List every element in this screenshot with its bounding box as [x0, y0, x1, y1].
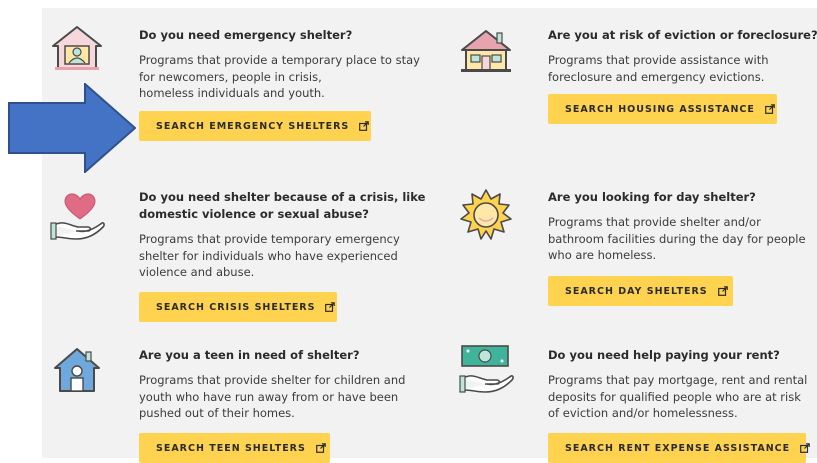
card-title: Do you need emergency shelter? [139, 28, 353, 42]
card-teen: Are you a teen in need of shelter? Progr… [139, 347, 429, 422]
search-rent-expense-assistance-button[interactable]: SEARCH RENT EXPENSE ASSISTANCE [548, 433, 810, 463]
search-crisis-shelters-button[interactable]: SEARCH CRISIS SHELTERS [139, 292, 337, 322]
card-description: Programs that provide shelter and/or bat… [548, 215, 806, 262]
heart-hand-icon [50, 187, 106, 247]
pointer-arrow-icon [8, 81, 137, 177]
button-label: SEARCH TEEN SHELTERS [156, 442, 306, 454]
button-label: SEARCH CRISIS SHELTERS [156, 301, 316, 313]
card-eviction: Are you at risk of eviction or foreclosu… [548, 27, 817, 85]
external-link-icon [359, 121, 370, 131]
card-title: Are you at risk of eviction or foreclosu… [548, 28, 817, 42]
house-icon [458, 28, 514, 78]
external-link-icon [325, 302, 336, 312]
external-link-icon [800, 443, 810, 453]
card-title: Do you need help paying your rent? [548, 348, 780, 362]
card-description: Programs that provide shelter for childr… [139, 373, 406, 420]
sun-icon [459, 188, 513, 246]
search-teen-shelters-button[interactable]: SEARCH TEEN SHELTERS [139, 433, 330, 463]
card-title: Do you need shelter because of a crisis,… [139, 190, 426, 221]
external-link-icon [717, 286, 728, 296]
card-description: Programs that provide assistance with fo… [548, 53, 769, 84]
button-label: SEARCH EMERGENCY SHELTERS [156, 120, 350, 132]
money-hand-icon [459, 344, 515, 400]
card-emergency: Do you need emergency shelter? Programs … [139, 27, 439, 102]
house-person-icon [50, 24, 104, 76]
card-title: Are you looking for day shelter? [548, 190, 756, 204]
card-day: Are you looking for day shelter? Program… [548, 189, 808, 264]
card-description: Programs that pay mortgage, rent and ren… [548, 373, 808, 420]
search-day-shelters-button[interactable]: SEARCH DAY SHELTERS [548, 276, 733, 306]
button-label: SEARCH DAY SHELTERS [565, 285, 708, 297]
button-label: SEARCH RENT EXPENSE ASSISTANCE [565, 442, 791, 454]
external-link-icon [765, 104, 775, 114]
external-link-icon [315, 443, 326, 453]
card-rent: Do you need help paying your rent? Progr… [548, 347, 813, 422]
card-crisis: Do you need shelter because of a crisis,… [139, 189, 429, 281]
button-label: SEARCH HOUSING ASSISTANCE [565, 103, 755, 115]
search-housing-assistance-button[interactable]: SEARCH HOUSING ASSISTANCE [548, 94, 777, 124]
card-description: Programs that provide temporary emergenc… [139, 232, 400, 279]
card-description: Programs that provide a temporary place … [139, 53, 420, 100]
search-emergency-shelters-button[interactable]: SEARCH EMERGENCY SHELTERS [139, 111, 371, 141]
teen-house-icon [52, 346, 102, 398]
card-title: Are you a teen in need of shelter? [139, 348, 360, 362]
